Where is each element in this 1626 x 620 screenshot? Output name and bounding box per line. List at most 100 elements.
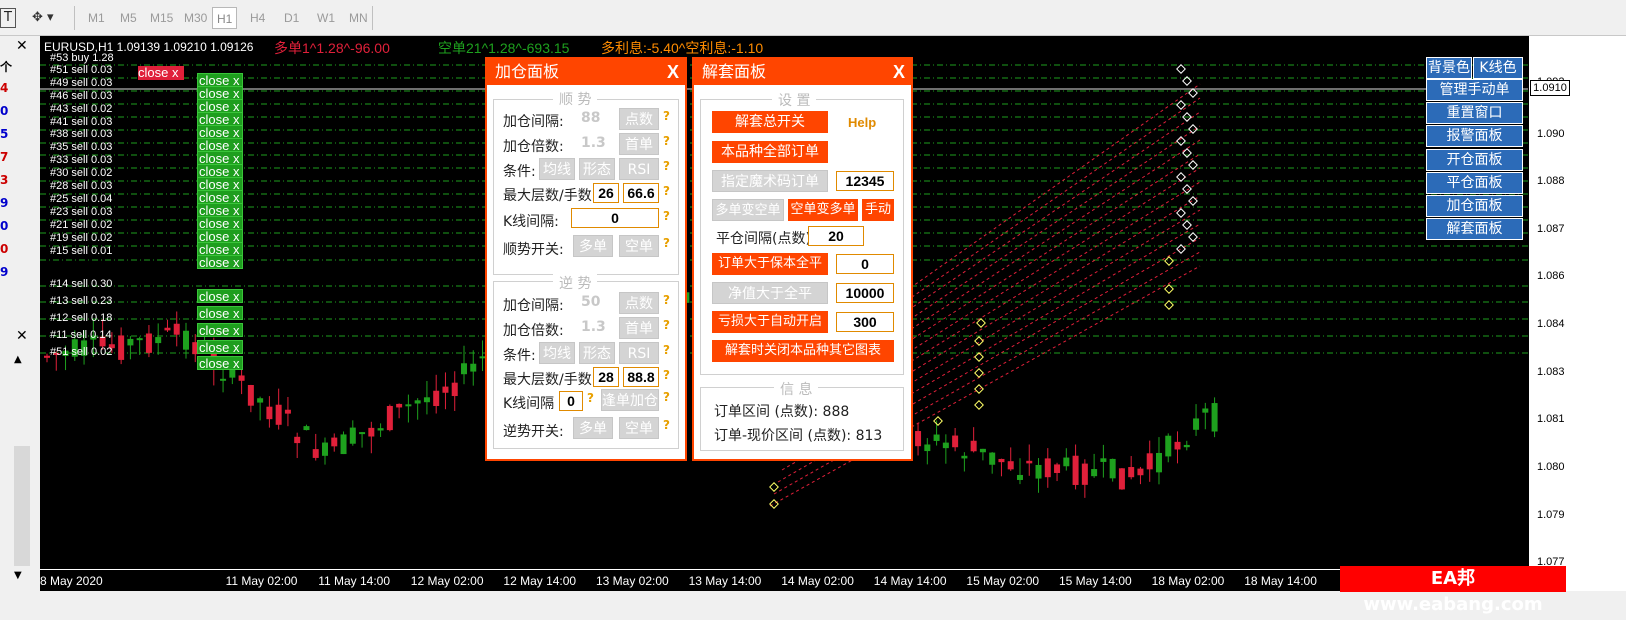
breakeven-button[interactable]: 订单大于保本全平	[712, 253, 828, 275]
trend-short-button[interactable]: 空单	[619, 235, 659, 257]
close-order-button[interactable]: close x	[197, 229, 243, 244]
help-icon[interactable]: ?	[663, 109, 670, 123]
close-order-button[interactable]: close x	[197, 86, 243, 101]
master-switch-button[interactable]: 解套总开关	[712, 111, 828, 133]
scroll-down-icon[interactable]: ▼	[14, 570, 22, 581]
close-order-button[interactable]: close x	[197, 216, 243, 231]
trend-max-layers-input[interactable]: 26	[593, 183, 619, 203]
loss-auto-button[interactable]: 亏损大于自动开启	[712, 311, 828, 333]
close-interval-input[interactable]: 20	[808, 226, 864, 246]
side-button[interactable]: 平仓面板	[1426, 171, 1523, 194]
side-button[interactable]: 管理手动单	[1426, 79, 1523, 101]
close-order-button[interactable]: close x	[197, 356, 243, 371]
help-icon[interactable]: ?	[663, 159, 670, 173]
background-color-button[interactable]: 背景色	[1426, 57, 1472, 79]
draw-tools-icon[interactable]: ✥ ▾	[32, 8, 66, 28]
counter-pattern-button[interactable]: 形态	[579, 342, 615, 364]
trend-long-button[interactable]: 多单	[573, 235, 613, 257]
close-order-button[interactable]: close x	[197, 255, 243, 270]
magic-orders-button[interactable]: 指定魔术码订单	[712, 170, 828, 192]
account-list-item[interactable]: 4	[0, 81, 8, 95]
side-button[interactable]: 开仓面板	[1426, 148, 1523, 171]
close-order-button[interactable]: close x	[197, 151, 243, 166]
loss-input[interactable]: 300	[836, 312, 894, 332]
account-list-item[interactable]: 个	[0, 58, 12, 75]
trend-max-lots-input[interactable]: 66.6	[623, 183, 659, 203]
close-order-button[interactable]: close x	[197, 340, 243, 355]
all-orders-button[interactable]: 本品种全部订单	[712, 141, 828, 163]
close-icon[interactable]: X	[893, 59, 905, 85]
side-button[interactable]: 报警面板	[1426, 125, 1523, 148]
breakeven-input[interactable]: 0	[836, 254, 894, 274]
close-order-button[interactable]: close x	[197, 177, 243, 192]
trend-first-order-button[interactable]: 首单	[619, 133, 659, 155]
counter-long-button[interactable]: 多单	[573, 417, 613, 439]
help-icon[interactable]: ?	[663, 134, 670, 148]
side-button[interactable]: 解套面板	[1426, 218, 1523, 241]
short-to-long-button[interactable]: 空单变多单	[788, 199, 858, 221]
net-value-button[interactable]: 净值大于全平	[712, 282, 828, 304]
account-list-item[interactable]: 0	[0, 104, 8, 118]
tf-m30[interactable]: M30	[180, 7, 211, 29]
account-list-item[interactable]: 9	[0, 265, 8, 279]
help-icon[interactable]: ?	[663, 184, 670, 198]
counter-max-lots-input[interactable]: 88.8	[623, 367, 659, 387]
close-order-button[interactable]: close x	[197, 242, 243, 257]
close-order-button[interactable]: close x	[197, 138, 243, 153]
help-icon[interactable]: ?	[663, 390, 670, 404]
close-icon[interactable]: ✕	[16, 38, 28, 54]
tf-m1[interactable]: M1	[84, 7, 109, 29]
manual-button[interactable]: 手动	[862, 199, 894, 221]
trend-points-button[interactable]: 点数	[619, 108, 659, 130]
tf-h1[interactable]: H1	[212, 7, 238, 29]
help-icon[interactable]: ?	[663, 209, 670, 223]
counter-single-add-button[interactable]: 逢单加仓	[601, 389, 659, 411]
help-icon[interactable]: ?	[663, 343, 670, 357]
text-tool-icon[interactable]: T	[0, 8, 16, 28]
close-buy-button[interactable]: close x	[138, 66, 184, 80]
account-list-item[interactable]: 9	[0, 196, 8, 210]
scroll-up-icon[interactable]: ▲	[14, 354, 22, 365]
trend-ma-button[interactable]: 均线	[539, 158, 575, 180]
trend-k-interval-input[interactable]: 0	[571, 208, 659, 228]
tf-h4[interactable]: H4	[246, 7, 269, 29]
tf-d1[interactable]: D1	[280, 7, 303, 29]
side-button[interactable]: 重置窗口	[1426, 102, 1523, 125]
trend-pattern-button[interactable]: 形态	[579, 158, 615, 180]
close-order-button[interactable]: close x	[197, 323, 243, 338]
account-list-item[interactable]: 7	[0, 150, 8, 164]
magic-number-input[interactable]: 12345	[836, 171, 894, 191]
tf-m15[interactable]: M15	[146, 7, 177, 29]
account-list-item[interactable]: 0	[0, 219, 8, 233]
close-charts-button[interactable]: 解套时关闭本品种其它图表	[712, 340, 894, 362]
help-icon[interactable]: ?	[663, 418, 670, 432]
close-order-button[interactable]: close x	[197, 289, 243, 304]
help-icon[interactable]: ?	[663, 236, 670, 250]
tf-m5[interactable]: M5	[116, 7, 141, 29]
counter-rsi-button[interactable]: RSI	[619, 342, 659, 364]
counter-k-interval-input[interactable]: 0	[559, 391, 583, 411]
tf-mn[interactable]: MN	[345, 7, 372, 29]
close-order-button[interactable]: close x	[197, 306, 243, 321]
scrollbar-track[interactable]	[14, 446, 30, 566]
long-to-short-button[interactable]: 多单变空单	[712, 199, 784, 221]
tf-w1[interactable]: W1	[313, 7, 339, 29]
counter-first-order-button[interactable]: 首单	[619, 317, 659, 339]
side-button[interactable]: 加仓面板	[1426, 195, 1523, 217]
counter-max-layers-input[interactable]: 28	[593, 367, 619, 387]
close-icon[interactable]: ✕	[16, 328, 28, 344]
close-order-button[interactable]: close x	[197, 112, 243, 127]
close-order-button[interactable]: close x	[197, 99, 243, 114]
close-order-button[interactable]: close x	[197, 125, 243, 140]
account-list-item[interactable]: 0	[0, 242, 8, 256]
account-list-item[interactable]: 3	[0, 173, 8, 187]
close-order-button[interactable]: close x	[197, 73, 243, 88]
trend-rsi-button[interactable]: RSI	[619, 158, 659, 180]
close-order-button[interactable]: close x	[197, 164, 243, 179]
candle-color-button[interactable]: K线色	[1473, 57, 1523, 79]
help-icon[interactable]: ?	[587, 391, 594, 405]
help-icon[interactable]: ?	[663, 318, 670, 332]
account-list-item[interactable]: 5	[0, 127, 8, 141]
counter-short-button[interactable]: 空单	[619, 417, 659, 439]
counter-points-button[interactable]: 点数	[619, 292, 659, 314]
